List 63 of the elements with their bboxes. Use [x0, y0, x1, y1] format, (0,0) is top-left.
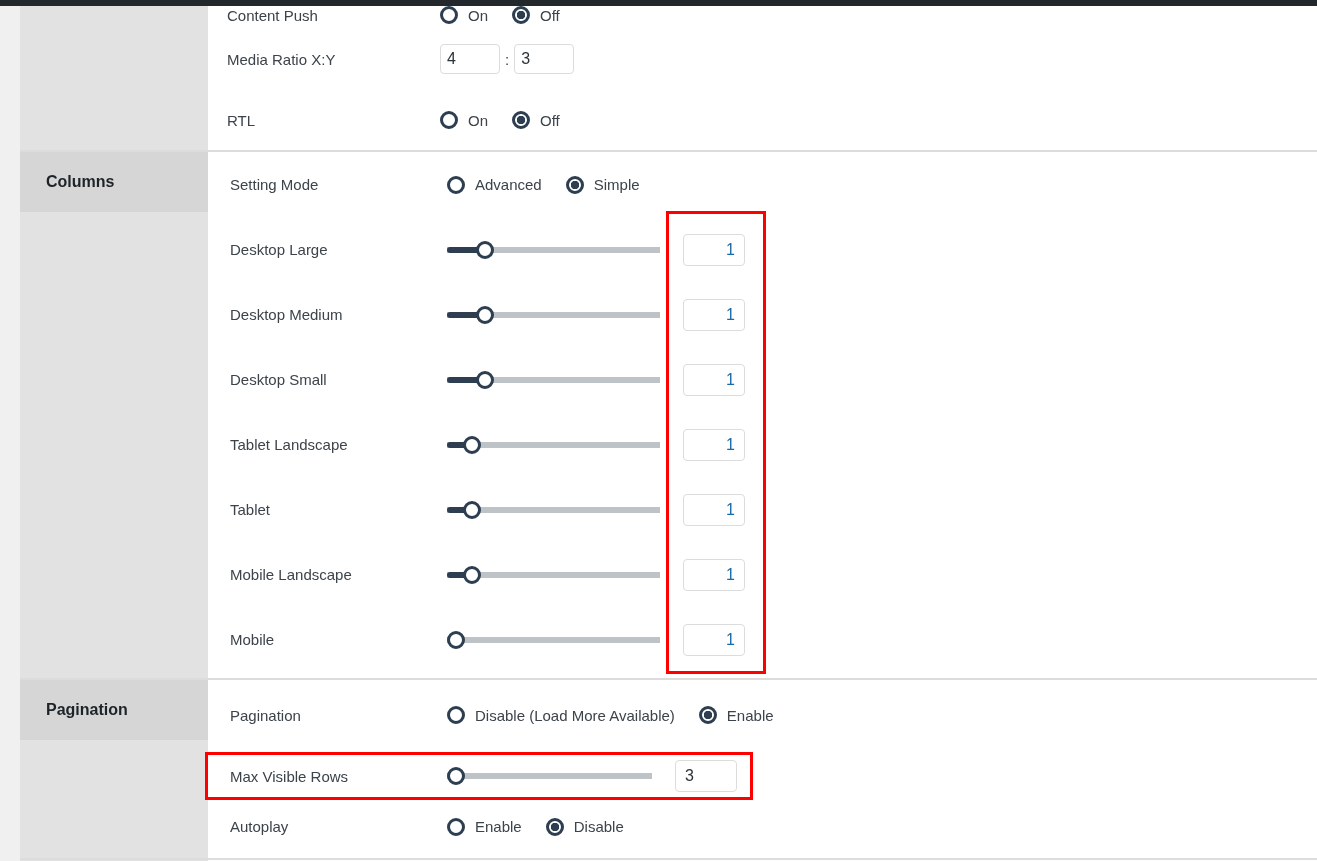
slider-track[interactable]: [447, 500, 660, 519]
field-label: Tablet Landscape: [230, 436, 349, 453]
radio-option[interactable]: On: [440, 111, 488, 129]
slider-track[interactable]: [447, 370, 660, 389]
slider-track[interactable]: [447, 630, 660, 649]
field-label: Desktop Medium: [230, 306, 344, 323]
slider-handle[interactable]: [476, 240, 495, 259]
slider-handle[interactable]: [447, 630, 465, 649]
field-label: Max Visible Rows: [230, 767, 350, 785]
slider-track[interactable]: [447, 240, 660, 259]
field-label: Desktop Large: [230, 241, 329, 258]
radio-option[interactable]: Enable: [698, 706, 774, 724]
radio-icon[interactable]: [698, 706, 717, 724]
number-field[interactable]: 1: [683, 233, 745, 266]
number-field[interactable]: 1: [683, 363, 745, 396]
radio-option[interactable]: Disable (Load More Available): [447, 706, 675, 724]
field-label: Tablet: [230, 501, 272, 518]
ratio-x-field[interactable]: 4: [440, 44, 500, 74]
radio-icon[interactable]: [447, 817, 465, 836]
ratio-y-field[interactable]: 3: [514, 44, 575, 74]
radio-option[interactable]: Enable: [447, 817, 522, 836]
radio-icon[interactable]: [545, 817, 564, 836]
slider-track[interactable]: [447, 767, 652, 785]
radio-icon[interactable]: [440, 6, 458, 24]
slider-track[interactable]: [447, 305, 660, 324]
field-label: Autoplay: [230, 818, 290, 835]
radio-icon[interactable]: [565, 175, 584, 194]
radio-option[interactable]: Advanced: [447, 175, 542, 194]
section-heading: Pagination: [20, 680, 208, 740]
radio-icon[interactable]: [512, 6, 530, 24]
slider-track[interactable]: [447, 435, 660, 454]
field-label: Setting Mode: [230, 176, 320, 193]
radio-icon[interactable]: [447, 706, 465, 724]
radio-option[interactable]: Disable: [545, 817, 624, 836]
field-label: RTL: [227, 111, 257, 129]
radio-icon[interactable]: [512, 111, 530, 129]
field-label: Mobile: [230, 631, 276, 648]
slider-handle[interactable]: [462, 565, 481, 584]
slider-track[interactable]: [447, 565, 660, 584]
number-field[interactable]: 1: [683, 493, 745, 526]
radio-option[interactable]: Simple: [565, 175, 640, 194]
slider-handle[interactable]: [476, 305, 495, 324]
radio-option[interactable]: On: [440, 6, 488, 24]
section-heading: Columns: [20, 152, 208, 212]
slider-handle[interactable]: [447, 767, 465, 785]
radio-option[interactable]: Off: [512, 111, 560, 129]
number-field[interactable]: 3: [675, 760, 737, 792]
field-label: Desktop Small: [230, 371, 328, 388]
field-label: Media Ratio X:Y: [227, 50, 337, 68]
slider-handle[interactable]: [462, 500, 481, 519]
radio-icon[interactable]: [447, 175, 465, 194]
field-label: Mobile Landscape: [230, 566, 353, 583]
slider-handle[interactable]: [462, 435, 481, 454]
number-field[interactable]: 1: [683, 623, 745, 656]
field-label: Pagination: [230, 706, 302, 724]
radio-option[interactable]: Off: [512, 6, 560, 24]
radio-icon[interactable]: [440, 111, 458, 129]
field-label: Content Push: [227, 7, 319, 24]
number-field[interactable]: 1: [683, 558, 745, 591]
number-field[interactable]: 1: [683, 298, 745, 331]
ratio-separator: :: [505, 50, 510, 68]
slider-handle[interactable]: [476, 370, 495, 389]
number-field[interactable]: 1: [683, 428, 745, 461]
